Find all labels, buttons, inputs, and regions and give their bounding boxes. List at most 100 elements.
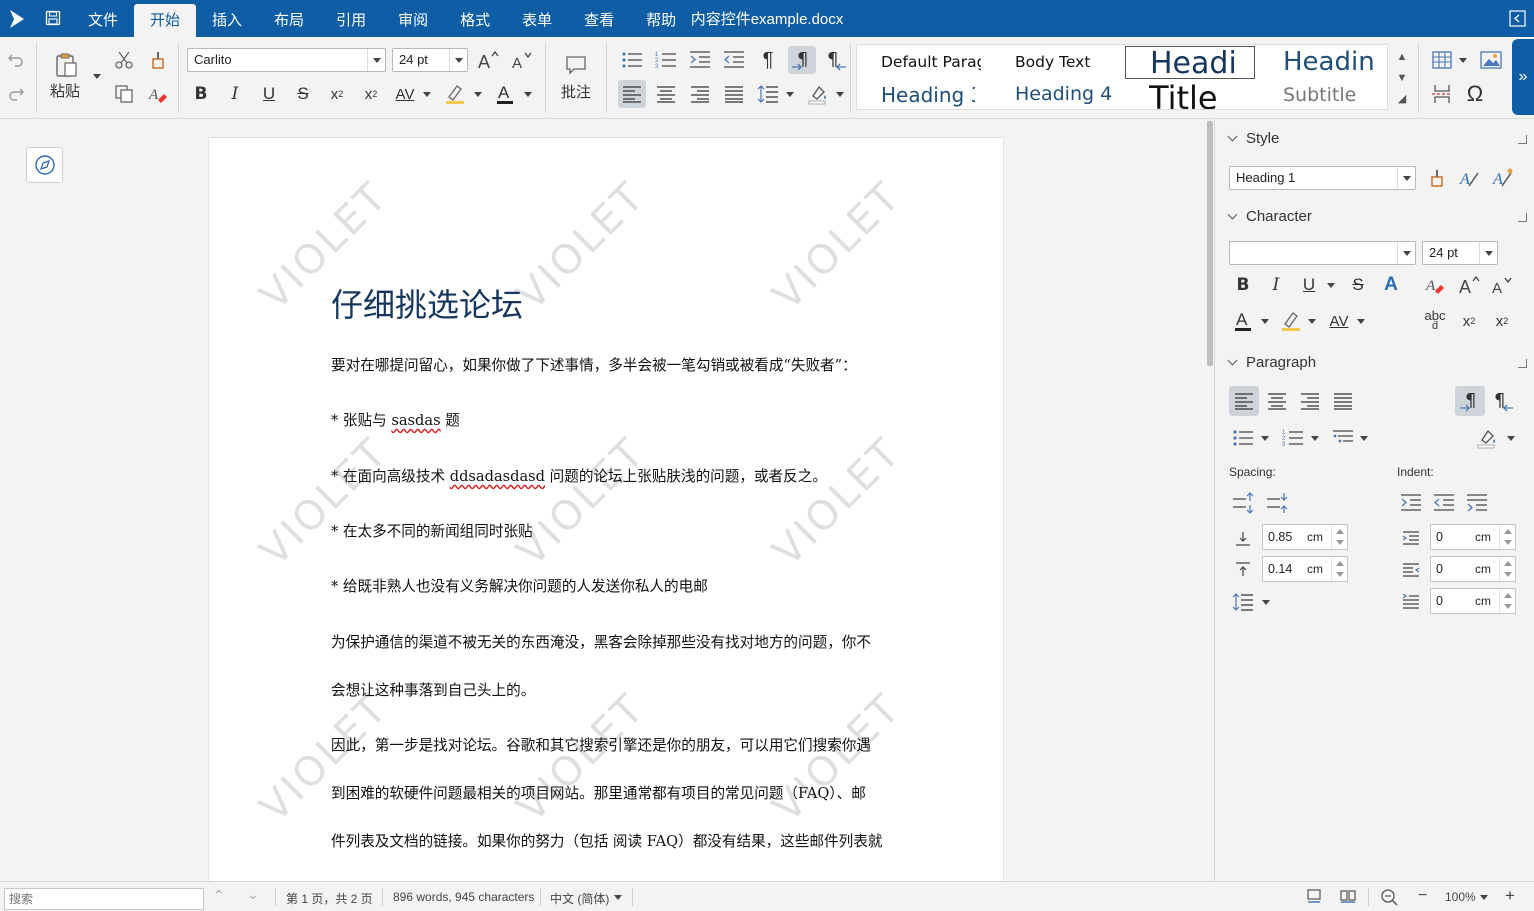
- sidebar-align-right-icon[interactable]: [1295, 386, 1325, 416]
- menu-format[interactable]: 格式: [444, 0, 506, 37]
- menu-home[interactable]: 开始: [134, 4, 197, 37]
- font-color-icon[interactable]: A: [491, 80, 519, 108]
- style-heading-4[interactable]: Heading 4: [1015, 83, 1115, 105]
- paragraph[interactable]: 会想让这种事落到自己头上的。: [331, 679, 535, 700]
- menu-layout[interactable]: 布局: [258, 0, 320, 37]
- align-center-icon[interactable]: [652, 80, 680, 108]
- space-above-icon[interactable]: [1229, 524, 1257, 552]
- new-style-icon[interactable]: A: [1456, 164, 1484, 192]
- misspelled-word[interactable]: ddsadasdasd: [450, 468, 545, 485]
- save-icon[interactable]: [45, 10, 61, 26]
- space-above-input[interactable]: 0.85 cm: [1262, 524, 1348, 550]
- sidebar-line-spacing-dropdown[interactable]: [1262, 600, 1270, 605]
- sidebar-justify-icon[interactable]: [1328, 386, 1358, 416]
- sidebar-character-spacing-button[interactable]: AV: [1325, 307, 1353, 335]
- sidebar-font-color-icon[interactable]: A: [1229, 307, 1257, 335]
- insert-image-icon[interactable]: [1477, 46, 1505, 74]
- sidebar-underline-dropdown[interactable]: [1327, 283, 1335, 288]
- redo-icon[interactable]: [2, 79, 30, 107]
- misspelled-word[interactable]: sasdas: [391, 412, 440, 429]
- sidebar-paragraph-shading-dropdown[interactable]: [1507, 436, 1515, 441]
- special-character-icon[interactable]: Ω: [1461, 80, 1489, 108]
- sidebar-font-size-combo[interactable]: 24 pt: [1422, 241, 1498, 265]
- space-above-spinner[interactable]: [1331, 525, 1347, 549]
- sidebar-right-to-left-icon[interactable]: ¶: [1488, 386, 1518, 416]
- sidebar-font-name-combo[interactable]: [1229, 241, 1416, 265]
- increase-spacing-icon[interactable]: [1229, 489, 1257, 517]
- paragraph[interactable]: * 在面向高级技术 ddsadasdasd 问题的论坛上张贴肤浅的问题，或者反之…: [331, 465, 827, 486]
- sidebar-font-color-dropdown[interactable]: [1261, 319, 1269, 324]
- increase-indent-icon[interactable]: [686, 46, 714, 74]
- search-next-icon[interactable]: ⌄: [247, 886, 259, 903]
- sidebar-subscript-button[interactable]: x2: [1488, 307, 1516, 335]
- paragraph[interactable]: 因此，第一步是找对论坛。谷歌和其它搜索引擎还是你的朋友，可以用它们搜索你遇: [331, 734, 871, 755]
- subscript-button[interactable]: x2: [323, 80, 351, 108]
- vertical-scrollbar[interactable]: [1207, 119, 1214, 881]
- left-to-right-icon[interactable]: ¶: [788, 46, 816, 74]
- sidebar-italic-button[interactable]: I: [1262, 271, 1290, 299]
- scrollbar-thumb[interactable]: [1207, 121, 1213, 366]
- zoom-level[interactable]: 100%: [1445, 890, 1476, 904]
- sidebar-numbered-list-dropdown[interactable]: [1311, 436, 1319, 441]
- indent-before-input[interactable]: 0 cm: [1430, 524, 1516, 550]
- document-page[interactable]: VIOLET VIOLET VIOLET VIOLET VIOLET VIOLE…: [208, 137, 1004, 897]
- sidebar-decrease-indent-icon[interactable]: [1430, 489, 1458, 517]
- sidebar-highlight-icon[interactable]: [1277, 307, 1305, 335]
- comment-icon[interactable]: [562, 51, 590, 79]
- sidebar-bold-button[interactable]: B: [1229, 271, 1257, 299]
- gallery-up-icon[interactable]: ▲: [1392, 47, 1412, 67]
- align-right-icon[interactable]: [686, 80, 714, 108]
- undo-icon[interactable]: [2, 45, 30, 73]
- paragraph[interactable]: * 张贴与 sasdas 题: [331, 409, 460, 430]
- style-title[interactable]: Title: [1149, 79, 1249, 109]
- paragraph-section-header[interactable]: Paragraph: [1229, 354, 1316, 371]
- sidebar-bullet-list-dropdown[interactable]: [1261, 436, 1269, 441]
- formatting-marks-icon[interactable]: ¶: [754, 46, 782, 74]
- sidebar-grow-font-icon[interactable]: A: [1455, 271, 1483, 299]
- menu-help[interactable]: 帮助: [630, 0, 692, 37]
- numbered-list-icon[interactable]: 123: [652, 46, 680, 74]
- first-line-indent-spinner[interactable]: [1499, 589, 1515, 613]
- page-break-icon[interactable]: [1428, 80, 1456, 108]
- outline-list-dropdown[interactable]: [1360, 436, 1368, 441]
- update-style-icon[interactable]: A: [1489, 164, 1517, 192]
- word-count[interactable]: 896 words, 945 characters: [393, 890, 534, 904]
- menu-form[interactable]: 表单: [506, 0, 568, 37]
- sidebar-strikethrough-button[interactable]: S: [1344, 271, 1372, 299]
- paragraph[interactable]: 件列表及文档的链接。如果你的努力（包括 阅读 FAQ）都没有结果，这些邮件列表就: [331, 830, 882, 851]
- paragraph-shading-dropdown[interactable]: [836, 92, 844, 97]
- indent-after-spinner[interactable]: [1499, 557, 1515, 581]
- sidebar-highlight-dropdown[interactable]: [1308, 319, 1316, 324]
- paragraph[interactable]: 要对在哪提问留心，如果你做了下述事情，多半会被一笔勾销或被看成“失败者”：: [331, 354, 857, 375]
- sidebar-align-center-icon[interactable]: [1262, 386, 1292, 416]
- style-fill-format-icon[interactable]: [1423, 164, 1451, 192]
- hanging-indent-icon[interactable]: [1463, 489, 1491, 517]
- style-subtitle[interactable]: Subtitle: [1283, 84, 1383, 106]
- sidebar-left-to-right-icon[interactable]: ¶: [1455, 386, 1485, 416]
- single-page-view-icon[interactable]: [1306, 888, 1322, 904]
- character-spacing-dropdown[interactable]: [423, 92, 431, 97]
- font-size-combo[interactable]: 24 pt: [392, 48, 468, 72]
- strikethrough-button[interactable]: S: [289, 80, 317, 108]
- sidebar-underline-button[interactable]: U: [1295, 271, 1323, 299]
- sidebar-align-left-icon[interactable]: [1229, 386, 1259, 416]
- shrink-font-icon[interactable]: A: [508, 46, 536, 74]
- decrease-spacing-icon[interactable]: [1263, 489, 1291, 517]
- menu-references[interactable]: 引用: [320, 0, 382, 37]
- sidebar-bullet-list-icon[interactable]: [1229, 424, 1257, 452]
- paste-dropdown-arrow[interactable]: [93, 74, 101, 79]
- zoom-out-button[interactable]: −: [1418, 887, 1427, 905]
- style-more-icon[interactable]: [1518, 135, 1527, 144]
- sidebar-toggle-icon[interactable]: [1509, 10, 1526, 27]
- case-change-icon[interactable]: abc ḋ: [1421, 307, 1449, 335]
- underline-button[interactable]: U: [255, 80, 283, 108]
- multi-page-view-icon[interactable]: [1340, 888, 1356, 904]
- menu-insert[interactable]: 插入: [196, 0, 258, 37]
- insert-table-icon[interactable]: [1428, 46, 1456, 74]
- paste-button[interactable]: [50, 49, 84, 83]
- style-section-header[interactable]: Style: [1229, 130, 1279, 147]
- zoom-in-button[interactable]: +: [1505, 886, 1515, 906]
- paragraph-style-combo[interactable]: Heading 1: [1229, 166, 1416, 190]
- bold-button[interactable]: B: [187, 80, 215, 108]
- grow-font-icon[interactable]: A: [474, 46, 502, 74]
